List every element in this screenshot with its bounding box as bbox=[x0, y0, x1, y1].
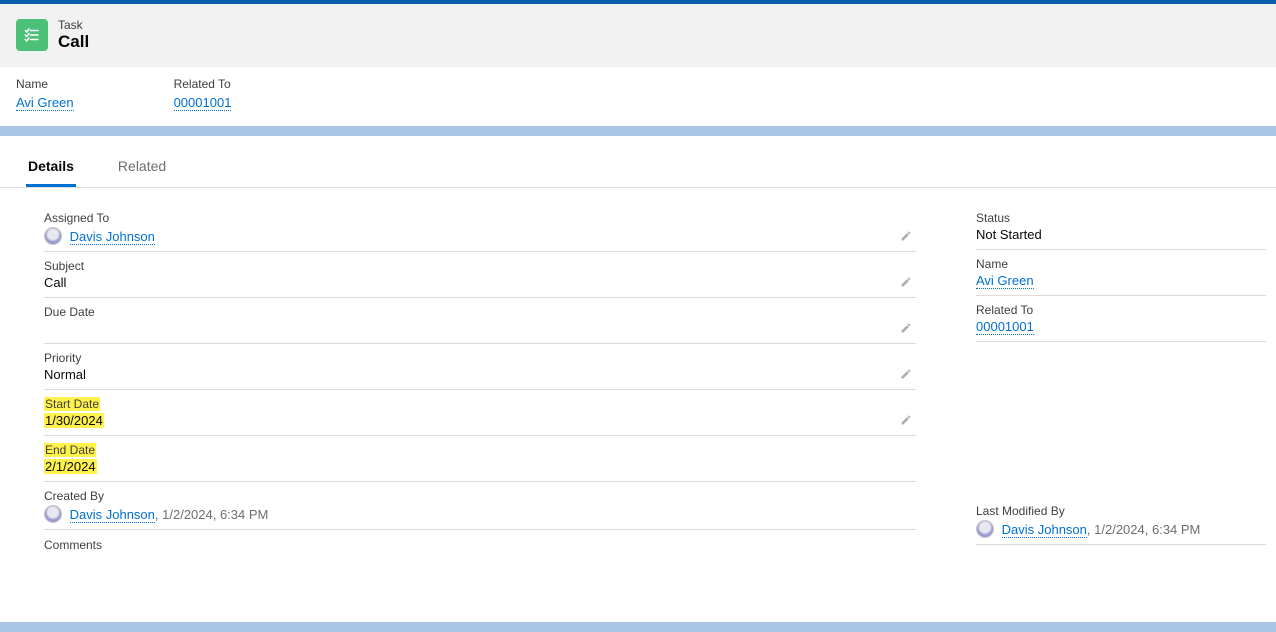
field-end-date: End Date 2/1/2024 bbox=[44, 438, 916, 482]
edit-icon[interactable] bbox=[900, 230, 912, 245]
field-side-related: Related To 00001001 bbox=[976, 298, 1266, 342]
divider-band-top bbox=[0, 126, 1276, 136]
summary-name-link[interactable]: Avi Green bbox=[16, 95, 74, 111]
label-priority: Priority bbox=[44, 351, 81, 365]
field-last-modified: Last Modified By Davis Johnson, 1/2/2024… bbox=[976, 499, 1266, 545]
side-related-link[interactable]: 00001001 bbox=[976, 319, 1034, 335]
summary-name: Name Avi Green bbox=[16, 77, 74, 110]
value-end-date: 2/1/2024 bbox=[44, 459, 97, 474]
field-side-name: Name Avi Green bbox=[976, 252, 1266, 296]
header-title: Call bbox=[58, 32, 89, 52]
avatar-icon bbox=[976, 520, 994, 538]
summary-fields: Name Avi Green Related To 00001001 bbox=[0, 67, 1276, 126]
label-assigned-to: Assigned To bbox=[44, 211, 109, 225]
last-modified-link[interactable]: Davis Johnson bbox=[1002, 522, 1087, 538]
created-by-ts: , 1/2/2024, 6:34 PM bbox=[155, 507, 268, 522]
side-name-link[interactable]: Avi Green bbox=[976, 273, 1034, 289]
value-start-date: 1/30/2024 bbox=[44, 413, 104, 428]
label-status: Status bbox=[976, 211, 1010, 225]
value-status: Not Started bbox=[976, 227, 1266, 243]
tab-details[interactable]: Details bbox=[26, 144, 76, 187]
value-subject: Call bbox=[44, 275, 916, 291]
field-subject: Subject Call bbox=[44, 254, 916, 298]
field-created-by: Created By Davis Johnson, 1/2/2024, 6:34… bbox=[44, 484, 916, 530]
label-last-modified: Last Modified By bbox=[976, 504, 1065, 518]
summary-name-label: Name bbox=[16, 77, 74, 91]
label-comments: Comments bbox=[44, 532, 916, 592]
value-created-by: Davis Johnson, 1/2/2024, 6:34 PM bbox=[44, 505, 916, 523]
pencil-icon bbox=[900, 368, 912, 380]
field-due-date: Due Date bbox=[44, 300, 916, 344]
value-priority: Normal bbox=[44, 367, 916, 383]
record-header: Task Call bbox=[0, 4, 1276, 67]
avatar-icon bbox=[44, 227, 62, 245]
summary-related-label: Related To bbox=[174, 77, 232, 91]
header-entity: Task bbox=[58, 18, 89, 32]
label-side-name: Name bbox=[976, 257, 1008, 271]
label-created-by: Created By bbox=[44, 489, 104, 503]
value-assigned-to: Davis Johnson bbox=[44, 227, 916, 245]
detail-area: Assigned To Davis Johnson Subject Call D… bbox=[0, 188, 1276, 622]
created-by-link[interactable]: Davis Johnson bbox=[70, 507, 155, 523]
edit-icon[interactable] bbox=[900, 276, 912, 291]
field-status: Status Not Started bbox=[976, 206, 1266, 250]
header-text: Task Call bbox=[58, 18, 89, 53]
pencil-icon bbox=[900, 414, 912, 426]
col-right: Status Not Started Name Avi Green Relate… bbox=[976, 206, 1266, 592]
field-priority: Priority Normal bbox=[44, 346, 916, 390]
last-modified-ts: , 1/2/2024, 6:34 PM bbox=[1087, 522, 1200, 537]
spacer bbox=[976, 344, 1266, 499]
label-due-date: Due Date bbox=[44, 305, 95, 319]
field-start-date: Start Date 1/30/2024 bbox=[44, 392, 916, 436]
tabs: Details Related bbox=[0, 144, 1276, 188]
edit-icon[interactable] bbox=[900, 368, 912, 383]
edit-icon[interactable] bbox=[900, 414, 912, 429]
summary-related-link[interactable]: 00001001 bbox=[174, 95, 232, 111]
pencil-icon bbox=[900, 322, 912, 334]
avatar-icon bbox=[44, 505, 62, 523]
assigned-to-link[interactable]: Davis Johnson bbox=[70, 229, 155, 245]
task-checklist-icon bbox=[23, 26, 41, 44]
tab-related[interactable]: Related bbox=[116, 144, 168, 187]
pencil-icon bbox=[900, 230, 912, 242]
pencil-icon bbox=[900, 276, 912, 288]
edit-icon[interactable] bbox=[900, 322, 912, 337]
label-subject: Subject bbox=[44, 259, 84, 273]
col-left: Assigned To Davis Johnson Subject Call D… bbox=[44, 206, 916, 592]
label-side-related: Related To bbox=[976, 303, 1033, 317]
task-icon bbox=[16, 19, 48, 51]
value-due-date bbox=[44, 321, 916, 337]
label-start-date: Start Date bbox=[44, 397, 100, 411]
value-last-modified: Davis Johnson, 1/2/2024, 6:34 PM bbox=[976, 520, 1266, 538]
main-wrap: Details Related Assigned To Davis Johnso… bbox=[0, 144, 1276, 622]
label-end-date: End Date bbox=[44, 443, 96, 457]
field-assigned-to: Assigned To Davis Johnson bbox=[44, 206, 916, 252]
divider-band-bottom bbox=[0, 622, 1276, 632]
summary-related: Related To 00001001 bbox=[174, 77, 232, 110]
